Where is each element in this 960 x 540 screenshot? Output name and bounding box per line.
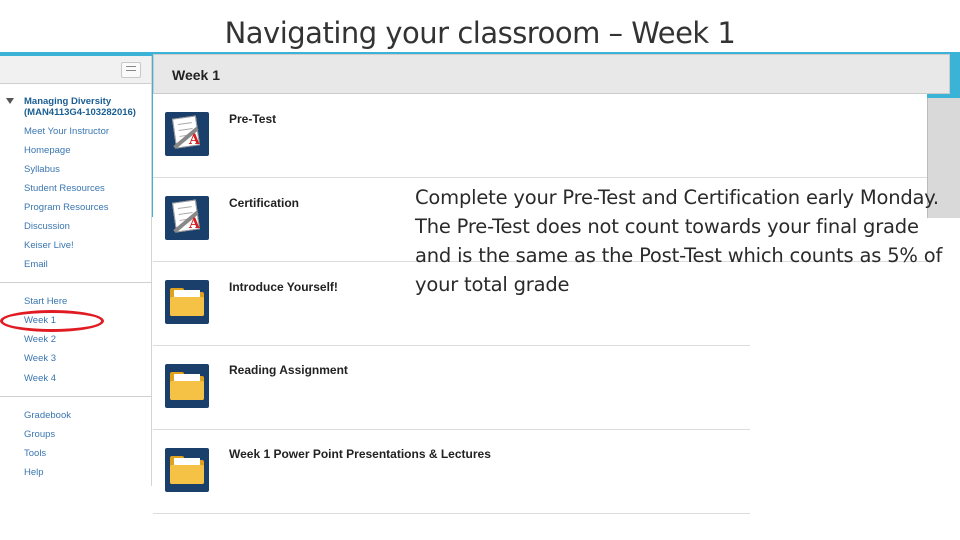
menu-divider (0, 282, 152, 283)
menu-toggle-button[interactable] (121, 62, 141, 78)
collapse-triangle-icon[interactable] (6, 98, 14, 104)
content-item-reading-assignment[interactable]: Reading Assignment (153, 346, 750, 430)
course-menu-header (0, 56, 151, 84)
folder-icon (165, 280, 209, 324)
nav-gradebook[interactable]: Gradebook (24, 410, 71, 421)
content-item-presentations[interactable]: Week 1 Power Point Presentations & Lectu… (153, 430, 750, 514)
course-menu: Managing Diversity (MAN4113G4-103282016)… (0, 56, 152, 486)
content-header: Week 1 (153, 54, 950, 94)
test-icon: A (165, 112, 209, 156)
nav-homepage[interactable]: Homepage (24, 145, 70, 156)
nav-start-here[interactable]: Start Here (24, 296, 67, 307)
test-icon: A (165, 196, 209, 240)
nav-groups[interactable]: Groups (24, 429, 55, 440)
nav-week-2[interactable]: Week 2 (24, 334, 56, 345)
nav-tools[interactable]: Tools (24, 448, 46, 459)
nav-keiser-live[interactable]: Keiser Live! (24, 240, 74, 251)
nav-meet-your-instructor[interactable]: Meet Your Instructor (24, 126, 109, 137)
folder-icon (165, 448, 209, 492)
content-item-title[interactable]: Reading Assignment (229, 363, 348, 377)
content-item-title[interactable]: Certification (229, 196, 299, 210)
nav-program-resources[interactable]: Program Resources (24, 202, 108, 213)
nav-student-resources[interactable]: Student Resources (24, 183, 105, 194)
course-name-link[interactable]: Managing Diversity (MAN4113G4-103282016) (24, 96, 150, 118)
content-item-title[interactable]: Pre-Test (229, 112, 276, 126)
nav-help[interactable]: Help (24, 467, 44, 478)
content-item-title[interactable]: Week 1 Power Point Presentations & Lectu… (229, 447, 491, 461)
menu-divider (0, 396, 152, 397)
slide-title: Navigating your classroom – Week 1 (224, 16, 736, 50)
folder-icon (165, 364, 209, 408)
nav-syllabus[interactable]: Syllabus (24, 164, 60, 175)
content-title: Week 1 (172, 67, 220, 83)
nav-week-4[interactable]: Week 4 (24, 373, 56, 384)
nav-email[interactable]: Email (24, 259, 48, 270)
content-item-title[interactable]: Introduce Yourself! (229, 280, 338, 294)
nav-week-3[interactable]: Week 3 (24, 353, 56, 364)
instruction-callout: Complete your Pre-Test and Certification… (415, 186, 943, 296)
nav-discussion[interactable]: Discussion (24, 221, 70, 232)
content-item-pre-test[interactable]: A Pre-Test (153, 94, 927, 178)
week-1-highlight-circle (0, 310, 104, 332)
